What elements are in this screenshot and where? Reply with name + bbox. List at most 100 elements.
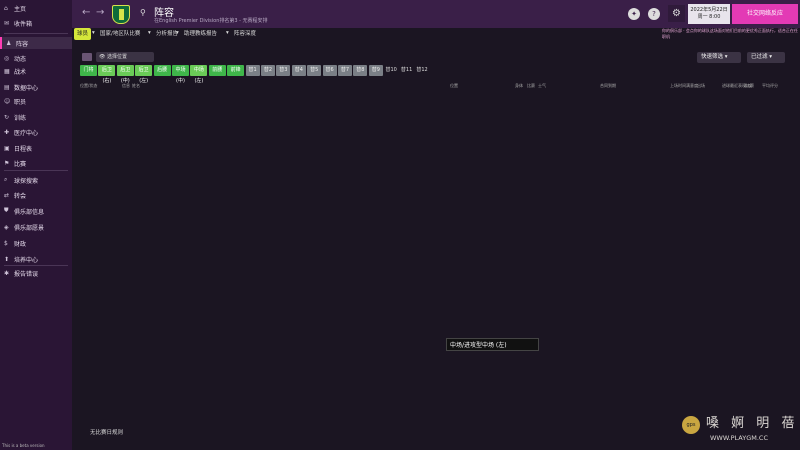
tab-3[interactable]: 助理教练报告 <box>184 28 217 40</box>
position-tag[interactable]: 替10 <box>384 65 398 76</box>
position-tag[interactable]: 替8 <box>353 65 368 76</box>
date-line1: 2022年5月22日 <box>690 7 728 13</box>
position-tag[interactable]: 前腰 <box>208 65 226 76</box>
sidebar-item-17[interactable]: ✱ 报告错误 <box>0 267 72 279</box>
tab-chevron-icon: ▾ <box>148 30 151 36</box>
sidebar-item-label: 收件箱 <box>14 20 33 28</box>
bug-report-icon: ✱ <box>4 269 10 277</box>
column-header[interactable]: 出场 <box>697 83 705 89</box>
position-tag[interactable]: 替9 <box>368 65 383 76</box>
sidebar-item-label: 财政 <box>14 240 27 248</box>
sidebar-item-9[interactable]: ▣ 日程表 <box>0 142 72 154</box>
sidebar-item-2[interactable]: ♟ 阵容 <box>0 37 72 49</box>
sidebar-divider <box>4 265 68 266</box>
sidebar-divider <box>4 33 68 34</box>
position-tag[interactable]: 后腰 <box>153 65 171 76</box>
sidebar-item-7[interactable]: ↻ 训练 <box>0 111 72 123</box>
news-ticker[interactable]: 你的俱乐部 · 会点你的球队这场面对他们目前的更优秀正面执行，适合正在任职机 <box>660 28 800 40</box>
match-icon: ⚑ <box>4 159 10 167</box>
sidebar-item-4[interactable]: ▦ 战术 <box>0 65 72 77</box>
sidebar-item-13[interactable]: ⛊ 俱乐部信息 <box>0 205 72 217</box>
sidebar-divider <box>4 170 68 171</box>
sidebar-item-6[interactable]: ☺ 职员 <box>0 95 72 107</box>
position-tag[interactable]: 前锋 <box>227 65 245 76</box>
position-tag[interactable]: 替7 <box>338 65 352 76</box>
back-arrow-icon[interactable]: ← <box>82 7 90 18</box>
position-tag[interactable]: 替1 <box>245 65 260 76</box>
position-tag[interactable]: 替12 <box>415 65 429 76</box>
position-tag[interactable]: 门将 <box>80 65 97 76</box>
home-icon: ⌂ <box>4 4 8 12</box>
position-tag[interactable]: 后卫(左) <box>135 65 153 84</box>
watermark-url: WWW.PLAYGM.CC <box>710 434 768 442</box>
column-header[interactable]: 上场时间满意度 <box>670 83 698 89</box>
sidebar-item-0[interactable]: ⌂ 主页 <box>0 2 72 14</box>
dynamics-icon: ◎ <box>4 54 10 62</box>
data-icon: ▤ <box>4 83 10 91</box>
training-icon: ↻ <box>4 113 10 121</box>
squad-icon: ♟ <box>6 39 12 47</box>
continue-button[interactable]: 社交网络反应 <box>732 4 798 24</box>
tab-2[interactable]: 分析报告 <box>156 28 178 40</box>
help-icon[interactable]: ? <box>648 8 660 20</box>
bulb-icon[interactable]: ✦ <box>628 8 640 20</box>
tab-bar: 球员 ▾ 国家/地区队比赛 ▾ 分析报告 ▾ 助理教练报告 ▾ 阵容深度 <box>72 27 660 40</box>
sidebar-item-8[interactable]: ✚ 医疗中心 <box>0 126 72 138</box>
tab-0[interactable]: 球员 <box>74 28 92 40</box>
position-tag[interactable]: 中场(左) <box>190 65 208 84</box>
match-rules-label: 无比赛日规则 <box>90 430 124 436</box>
sidebar-item-label: 报告错误 <box>14 270 39 278</box>
sidebar-item-16[interactable]: ⬆ 培养中心 <box>0 253 72 265</box>
club-crest[interactable] <box>112 5 130 24</box>
sidebar-item-label: 培养中心 <box>14 256 39 264</box>
filtered-button[interactable]: 已过滤 ▾ <box>747 52 785 63</box>
column-header[interactable]: 平均评分 <box>762 83 778 89</box>
filter-toggle[interactable] <box>82 53 92 61</box>
tab-1[interactable]: 国家/地区队比赛 <box>100 28 140 40</box>
sidebar-item-5[interactable]: ▤ 数据中心 <box>0 81 72 93</box>
position-tag[interactable]: 替11 <box>400 65 414 76</box>
table-header: 位置/状态 信息 姓名 位置 身体 比赛 士气 合同到期 上场时间满意度 最近表现比赛 出场 进球 助攻… <box>80 82 790 90</box>
sidebar-item-label: 比赛 <box>14 160 27 168</box>
column-header[interactable]: 位置/状态 <box>80 83 97 89</box>
staff-icon: ☺ <box>4 97 11 105</box>
sidebar-item-15[interactable]: $ 财政 <box>0 237 72 249</box>
column-header[interactable]: 身体 <box>515 83 523 89</box>
tab-chevron-icon: ▾ <box>176 30 179 36</box>
position-tag[interactable]: 后卫(中) <box>116 65 134 84</box>
tab-4[interactable]: 阵容深度 <box>234 28 256 40</box>
sidebar-item-label: 俱乐部信息 <box>14 208 45 216</box>
position-tag[interactable]: 替5 <box>307 65 322 76</box>
sidebar-item-3[interactable]: ◎ 动态 <box>0 52 72 64</box>
sidebar-item-12[interactable]: ⇄ 转会 <box>0 189 72 201</box>
column-header[interactable]: 姓名 <box>132 83 140 89</box>
quick-select-button[interactable]: 快速筛选 ▾ <box>697 52 741 63</box>
sidebar-item-14[interactable]: ◈ 俱乐部愿景 <box>0 221 72 233</box>
forward-arrow-icon[interactable]: → <box>96 7 104 18</box>
sidebar-item-label: 职员 <box>14 98 27 106</box>
current-date[interactable]: 2022年5月22日 周一 8:00 <box>688 4 730 24</box>
position-tag[interactable]: 替2 <box>261 65 275 76</box>
position-tag[interactable]: 后卫(右) <box>98 65 116 84</box>
gear-icon[interactable]: ⚙ <box>668 5 685 22</box>
column-header[interactable]: 进球 <box>722 83 730 89</box>
position-tag[interactable]: 替4 <box>291 65 306 76</box>
position-tag[interactable]: 替6 <box>322 65 337 76</box>
sidebar-item-label: 球探搜索 <box>14 177 39 185</box>
sidebar-item-1[interactable]: ✉ 收件箱 <box>0 17 72 29</box>
column-header[interactable]: 合同到期 <box>600 83 616 89</box>
sidebar-item-11[interactable]: ⌕ 球探搜索 <box>0 174 72 186</box>
search-icon[interactable]: ⚲ <box>140 8 146 17</box>
column-header[interactable]: 信息 <box>122 83 130 89</box>
tactics-icon: ▦ <box>4 67 10 75</box>
version-label: This is a beta version <box>2 443 45 448</box>
quick-select-label: 快速筛选 <box>701 54 724 60</box>
select-position-button[interactable]: 👁 选择位置 <box>96 52 154 62</box>
position-tag[interactable]: 替3 <box>276 65 291 76</box>
column-header[interactable]: 士气 <box>538 83 546 89</box>
position-tag[interactable]: 中场(中) <box>172 65 189 84</box>
column-header[interactable]: 助攻 <box>744 83 752 89</box>
column-header[interactable]: 位置 <box>450 83 458 89</box>
column-header[interactable]: 比赛 <box>527 83 535 89</box>
sidebar-item-10[interactable]: ⚑ 比赛 <box>0 157 72 169</box>
